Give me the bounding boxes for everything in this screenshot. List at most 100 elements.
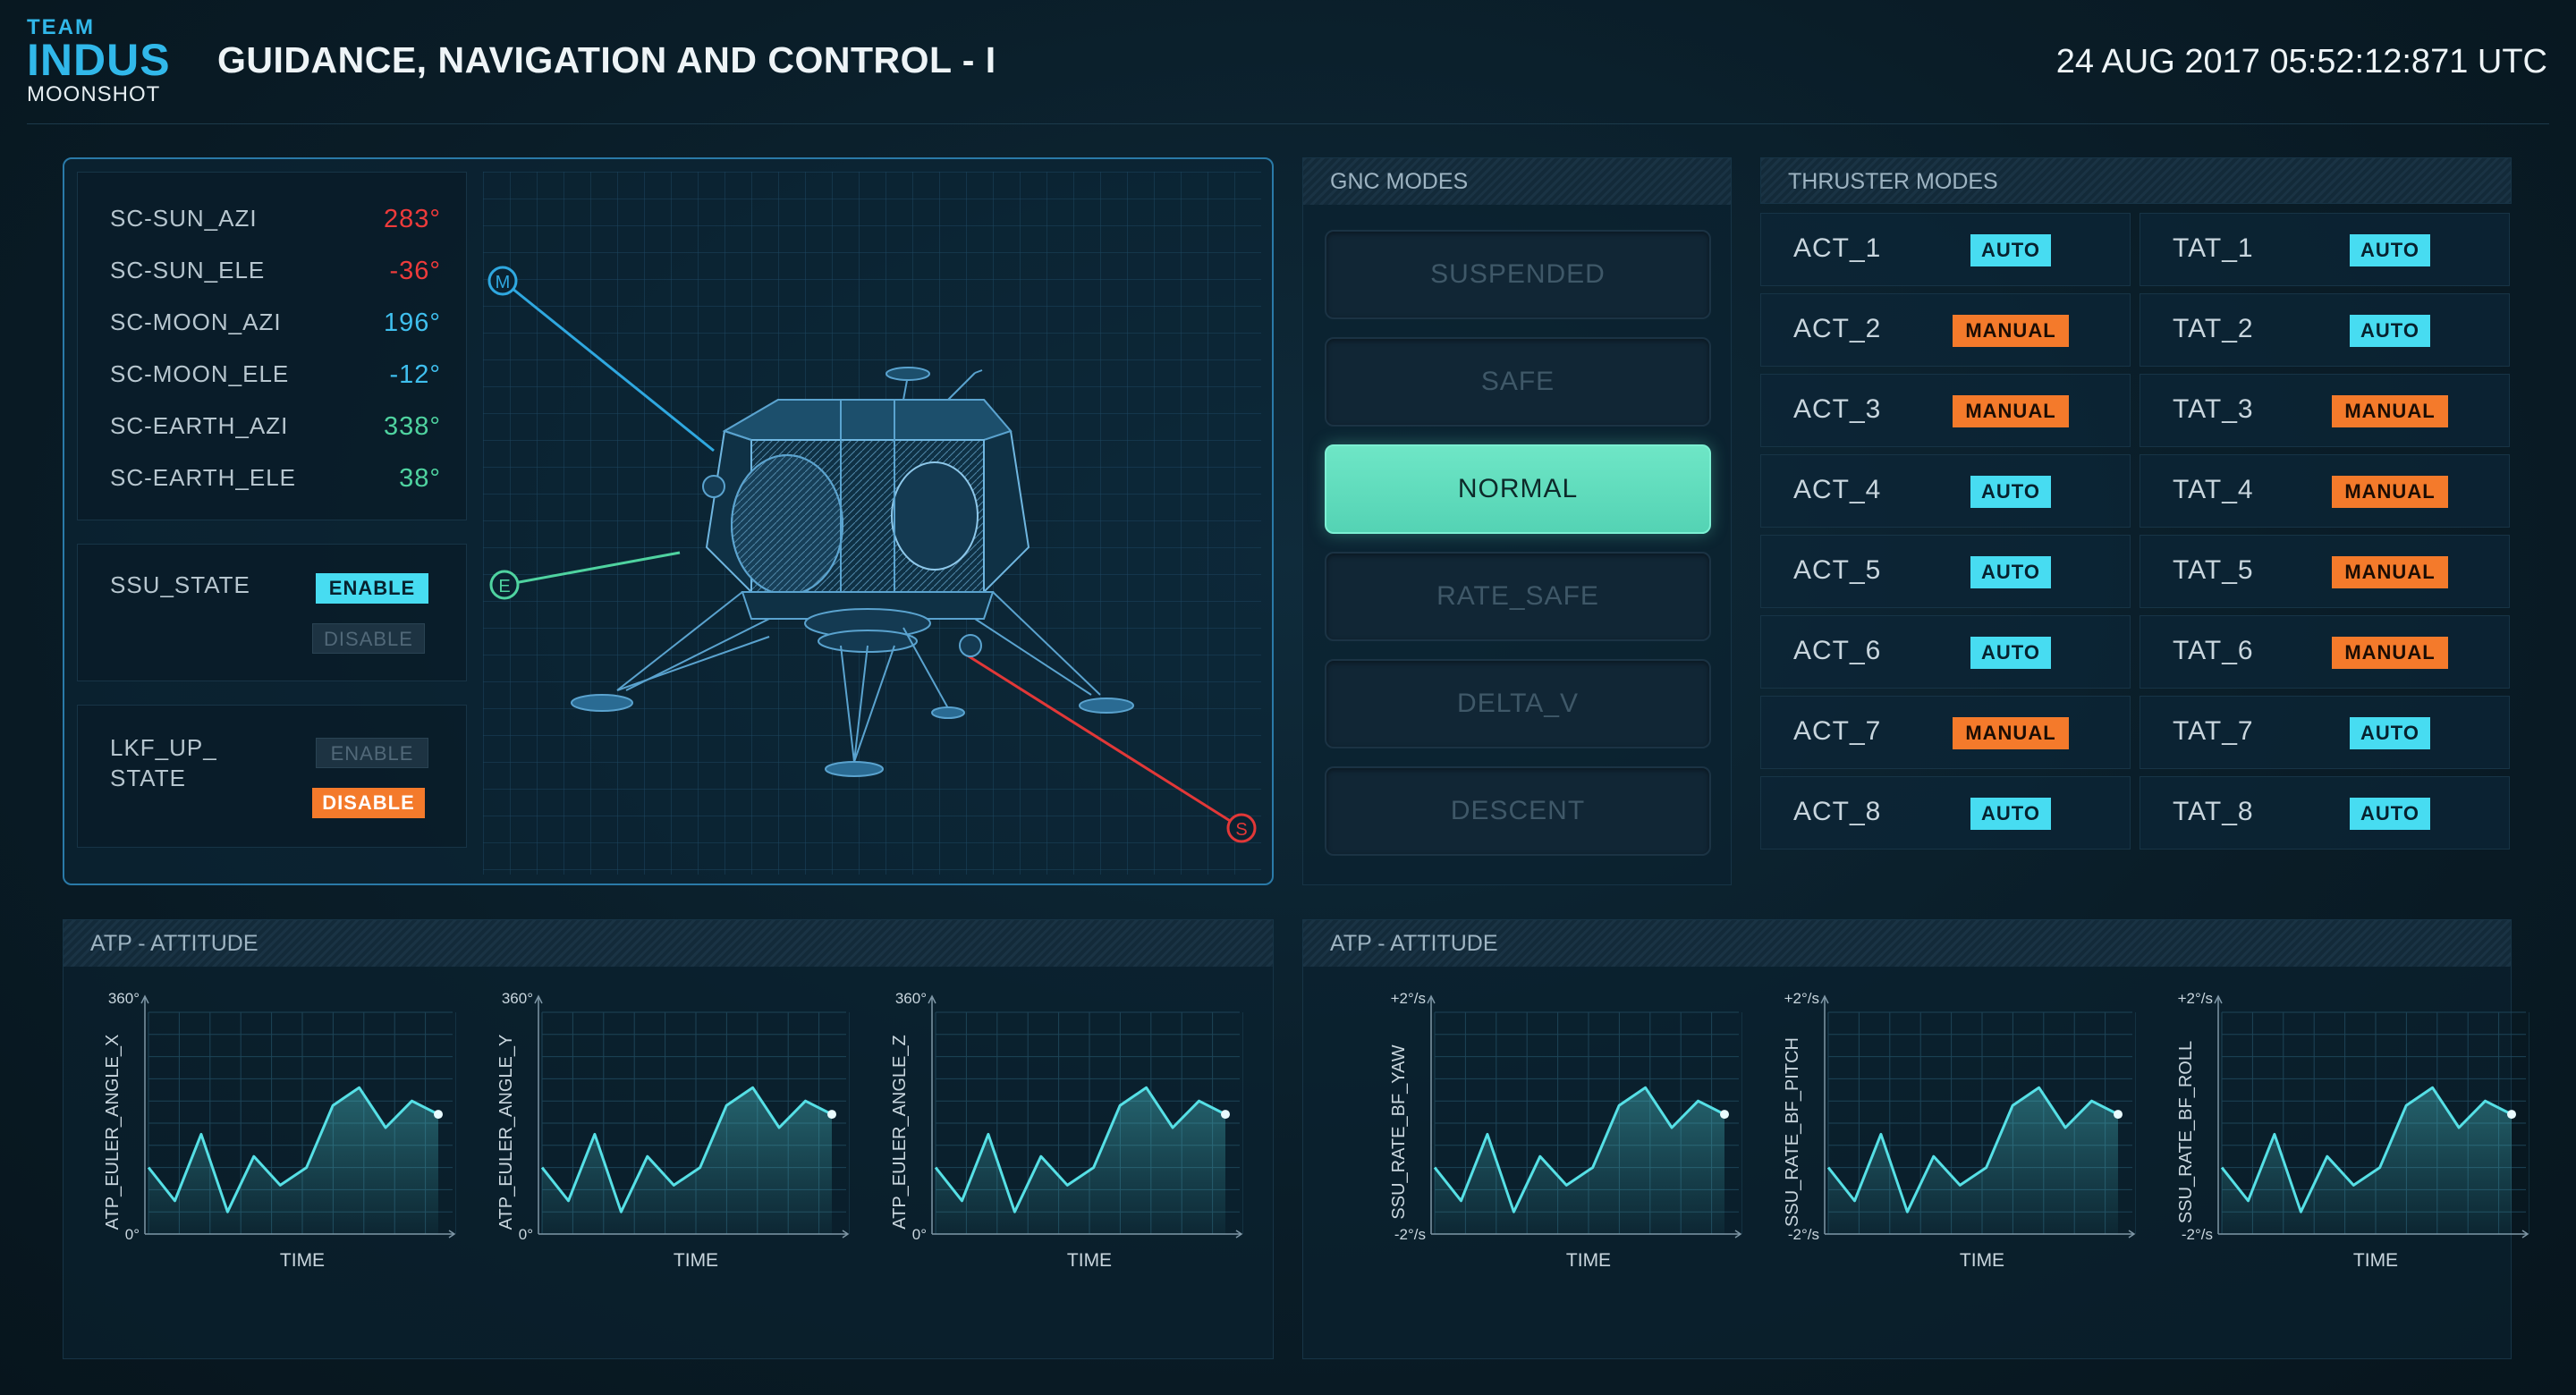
data-point bbox=[1720, 1110, 1729, 1120]
thruster-tat-4: TAT_4 MANUAL bbox=[2140, 454, 2510, 528]
thruster-mode-toggle[interactable]: AUTO bbox=[2350, 234, 2430, 266]
y-axis-label: SSU_RATE_BF_PITCH bbox=[1783, 1037, 1802, 1227]
thruster-name: ACT_8 bbox=[1793, 797, 1882, 826]
lkf-up-state-box: LKF_UP_ STATE ENABLE DISABLE bbox=[77, 705, 467, 848]
y-min-tick-label: -2°/s bbox=[1788, 1226, 1819, 1243]
data-point bbox=[827, 1110, 836, 1120]
sensor-value: 38° bbox=[399, 464, 441, 493]
thruster-name: TAT_4 bbox=[2173, 475, 2254, 504]
y-min-tick-label: -2°/s bbox=[1394, 1226, 1426, 1243]
sun-marker: S bbox=[1226, 813, 1257, 843]
lkf-state-label-line2: STATE bbox=[110, 765, 186, 791]
gnc-mode-normal-button[interactable]: NORMAL bbox=[1325, 444, 1711, 534]
y-max-tick-label: +2°/s bbox=[1391, 990, 1426, 1007]
ssu-state-box: SSU_STATE ENABLE DISABLE bbox=[77, 544, 467, 681]
lander-3d-view: M E S bbox=[483, 172, 1261, 875]
gnc-mode-delta-v-button[interactable]: DELTA_V bbox=[1325, 659, 1711, 748]
thruster-act-7: ACT_7 MANUAL bbox=[1760, 696, 2131, 769]
data-point bbox=[434, 1110, 443, 1120]
thruster-tat-8: TAT_8 AUTO bbox=[2140, 776, 2510, 850]
chart-ssu-rate-bf-yaw: +2°/s -2°/s TIME SSU_RATE_BF_YAW bbox=[1389, 990, 1742, 1271]
thruster-mode-toggle[interactable]: AUTO bbox=[1970, 234, 2051, 266]
y-max-tick-label: +2°/s bbox=[2178, 990, 2213, 1007]
moon-marker: M bbox=[487, 266, 518, 296]
sensor-label: SC-MOON_ELE bbox=[110, 360, 290, 387]
sensor-value: 196° bbox=[384, 309, 441, 337]
chart-atp-euler-angle-x: 360° 0° TIME ATP_EULER_ANGLE_X bbox=[103, 990, 456, 1271]
thruster-mode-toggle[interactable]: MANUAL bbox=[2332, 395, 2448, 427]
thruster-act-6: ACT_6 AUTO bbox=[1760, 615, 2131, 689]
y-min-tick-label: 0° bbox=[912, 1226, 927, 1243]
header-divider bbox=[27, 123, 2549, 124]
gnc-modes-title: GNC MODES bbox=[1303, 158, 1731, 205]
y-max-tick-label: +2°/s bbox=[1784, 990, 1819, 1007]
thruster-mode-toggle[interactable]: AUTO bbox=[1970, 476, 2051, 508]
atp-attitude-title-left: ATP - ATTITUDE bbox=[64, 920, 1273, 967]
ssu-enable-button[interactable]: ENABLE bbox=[316, 573, 428, 604]
thruster-tat-6: TAT_6 MANUAL bbox=[2140, 615, 2510, 689]
data-point bbox=[2114, 1110, 2123, 1120]
sensor-label: SC-EARTH_AZI bbox=[110, 412, 289, 439]
gnc-mode-descent-button[interactable]: DESCENT bbox=[1325, 766, 1711, 856]
chart-atp-euler-angle-z: 360° 0° TIME ATP_EULER_ANGLE_Z bbox=[890, 990, 1243, 1271]
team-indus-logo: TEAM INDUS MOONSHOT bbox=[27, 16, 179, 107]
thruster-act-5: ACT_5 AUTO bbox=[1760, 535, 2131, 608]
lkf-enable-button[interactable]: ENABLE bbox=[316, 738, 428, 768]
sensor-row-sc-earth-ele: SC-EARTH_ELE 38° bbox=[110, 464, 441, 500]
sensor-row-sc-moon-azi: SC-MOON_AZI 196° bbox=[110, 309, 441, 344]
thruster-act-3: ACT_3 MANUAL bbox=[1760, 374, 2131, 447]
thruster-mode-toggle[interactable]: MANUAL bbox=[2332, 637, 2448, 669]
thruster-mode-toggle[interactable]: AUTO bbox=[1970, 798, 2051, 830]
thruster-name: ACT_7 bbox=[1793, 716, 1882, 746]
thruster-mode-toggle[interactable]: AUTO bbox=[1970, 637, 2051, 669]
chart-atp-euler-angle-y: 360° 0° TIME ATP_EULER_ANGLE_Y bbox=[496, 990, 850, 1271]
thruster-name: TAT_8 bbox=[2173, 797, 2254, 826]
thruster-name: ACT_3 bbox=[1793, 394, 1882, 424]
utc-timestamp: 24 AUG 2017 05:52:12:871 UTC bbox=[2055, 43, 2547, 80]
thruster-mode-toggle[interactable]: MANUAL bbox=[2332, 556, 2448, 588]
logo-indus-text: INDUS bbox=[27, 35, 171, 85]
thruster-name: ACT_5 bbox=[1793, 555, 1882, 585]
thruster-name: TAT_1 bbox=[2173, 233, 2254, 263]
earth-marker: E bbox=[489, 570, 520, 600]
sensor-label: SC-MOON_AZI bbox=[110, 309, 282, 335]
thruster-mode-toggle[interactable]: MANUAL bbox=[1953, 315, 2069, 347]
thruster-act-1: ACT_1 AUTO bbox=[1760, 213, 2131, 286]
x-axis-label: TIME bbox=[280, 1250, 325, 1271]
lkf-disable-button[interactable]: DISABLE bbox=[312, 788, 425, 818]
thruster-mode-toggle[interactable]: AUTO bbox=[2350, 315, 2430, 347]
lkf-state-label-line1: LKF_UP_ bbox=[110, 734, 217, 761]
thruster-mode-toggle[interactable]: AUTO bbox=[2350, 717, 2430, 749]
y-axis-label: SSU_RATE_BF_ROLL bbox=[2176, 1041, 2196, 1223]
thruster-tat-2: TAT_2 AUTO bbox=[2140, 293, 2510, 367]
y-axis-label: ATP_EULER_ANGLE_Y bbox=[496, 1035, 516, 1230]
thruster-mode-toggle[interactable]: MANUAL bbox=[2332, 476, 2448, 508]
sun-marker-letter: S bbox=[1235, 820, 1247, 840]
thruster-name: ACT_6 bbox=[1793, 636, 1882, 665]
gnc-mode-rate-safe-button[interactable]: RATE_SAFE bbox=[1325, 552, 1711, 641]
sensor-value: 338° bbox=[384, 412, 441, 441]
thruster-mode-toggle[interactable]: MANUAL bbox=[1953, 395, 2069, 427]
chart-ssu-rate-bf-pitch: +2°/s -2°/s TIME SSU_RATE_BF_PITCH bbox=[1783, 990, 2136, 1271]
sensor-value: -12° bbox=[389, 360, 441, 389]
y-max-tick-label: 360° bbox=[502, 990, 533, 1007]
thruster-name: TAT_7 bbox=[2173, 716, 2254, 746]
thruster-mode-toggle[interactable]: AUTO bbox=[1970, 556, 2051, 588]
gnc-mode-safe-button[interactable]: SAFE bbox=[1325, 337, 1711, 427]
thruster-name: TAT_3 bbox=[2173, 394, 2254, 424]
thruster-act-4: ACT_4 AUTO bbox=[1760, 454, 2131, 528]
y-axis-label: ATP_EULER_ANGLE_Z bbox=[890, 1035, 910, 1230]
data-point bbox=[2507, 1110, 2516, 1120]
thruster-act-8: ACT_8 AUTO bbox=[1760, 776, 2131, 850]
thruster-name: ACT_1 bbox=[1793, 233, 1882, 263]
data-point bbox=[1221, 1110, 1230, 1120]
thruster-mode-toggle[interactable]: MANUAL bbox=[1953, 717, 2069, 749]
gnc-modes-panel: GNC MODES SUSPENDED SAFE NORMAL RATE_SAFE DE… bbox=[1302, 157, 1732, 885]
ssu-disable-button[interactable]: DISABLE bbox=[312, 623, 425, 654]
ssu-state-label: SSU_STATE bbox=[110, 571, 250, 598]
thruster-mode-toggle[interactable]: AUTO bbox=[2350, 798, 2430, 830]
y-min-tick-label: 0° bbox=[519, 1226, 533, 1243]
gnc-mode-suspended-button[interactable]: SUSPENDED bbox=[1325, 230, 1711, 319]
sensor-label: SC-EARTH_ELE bbox=[110, 464, 297, 491]
thruster-tat-5: TAT_5 MANUAL bbox=[2140, 535, 2510, 608]
